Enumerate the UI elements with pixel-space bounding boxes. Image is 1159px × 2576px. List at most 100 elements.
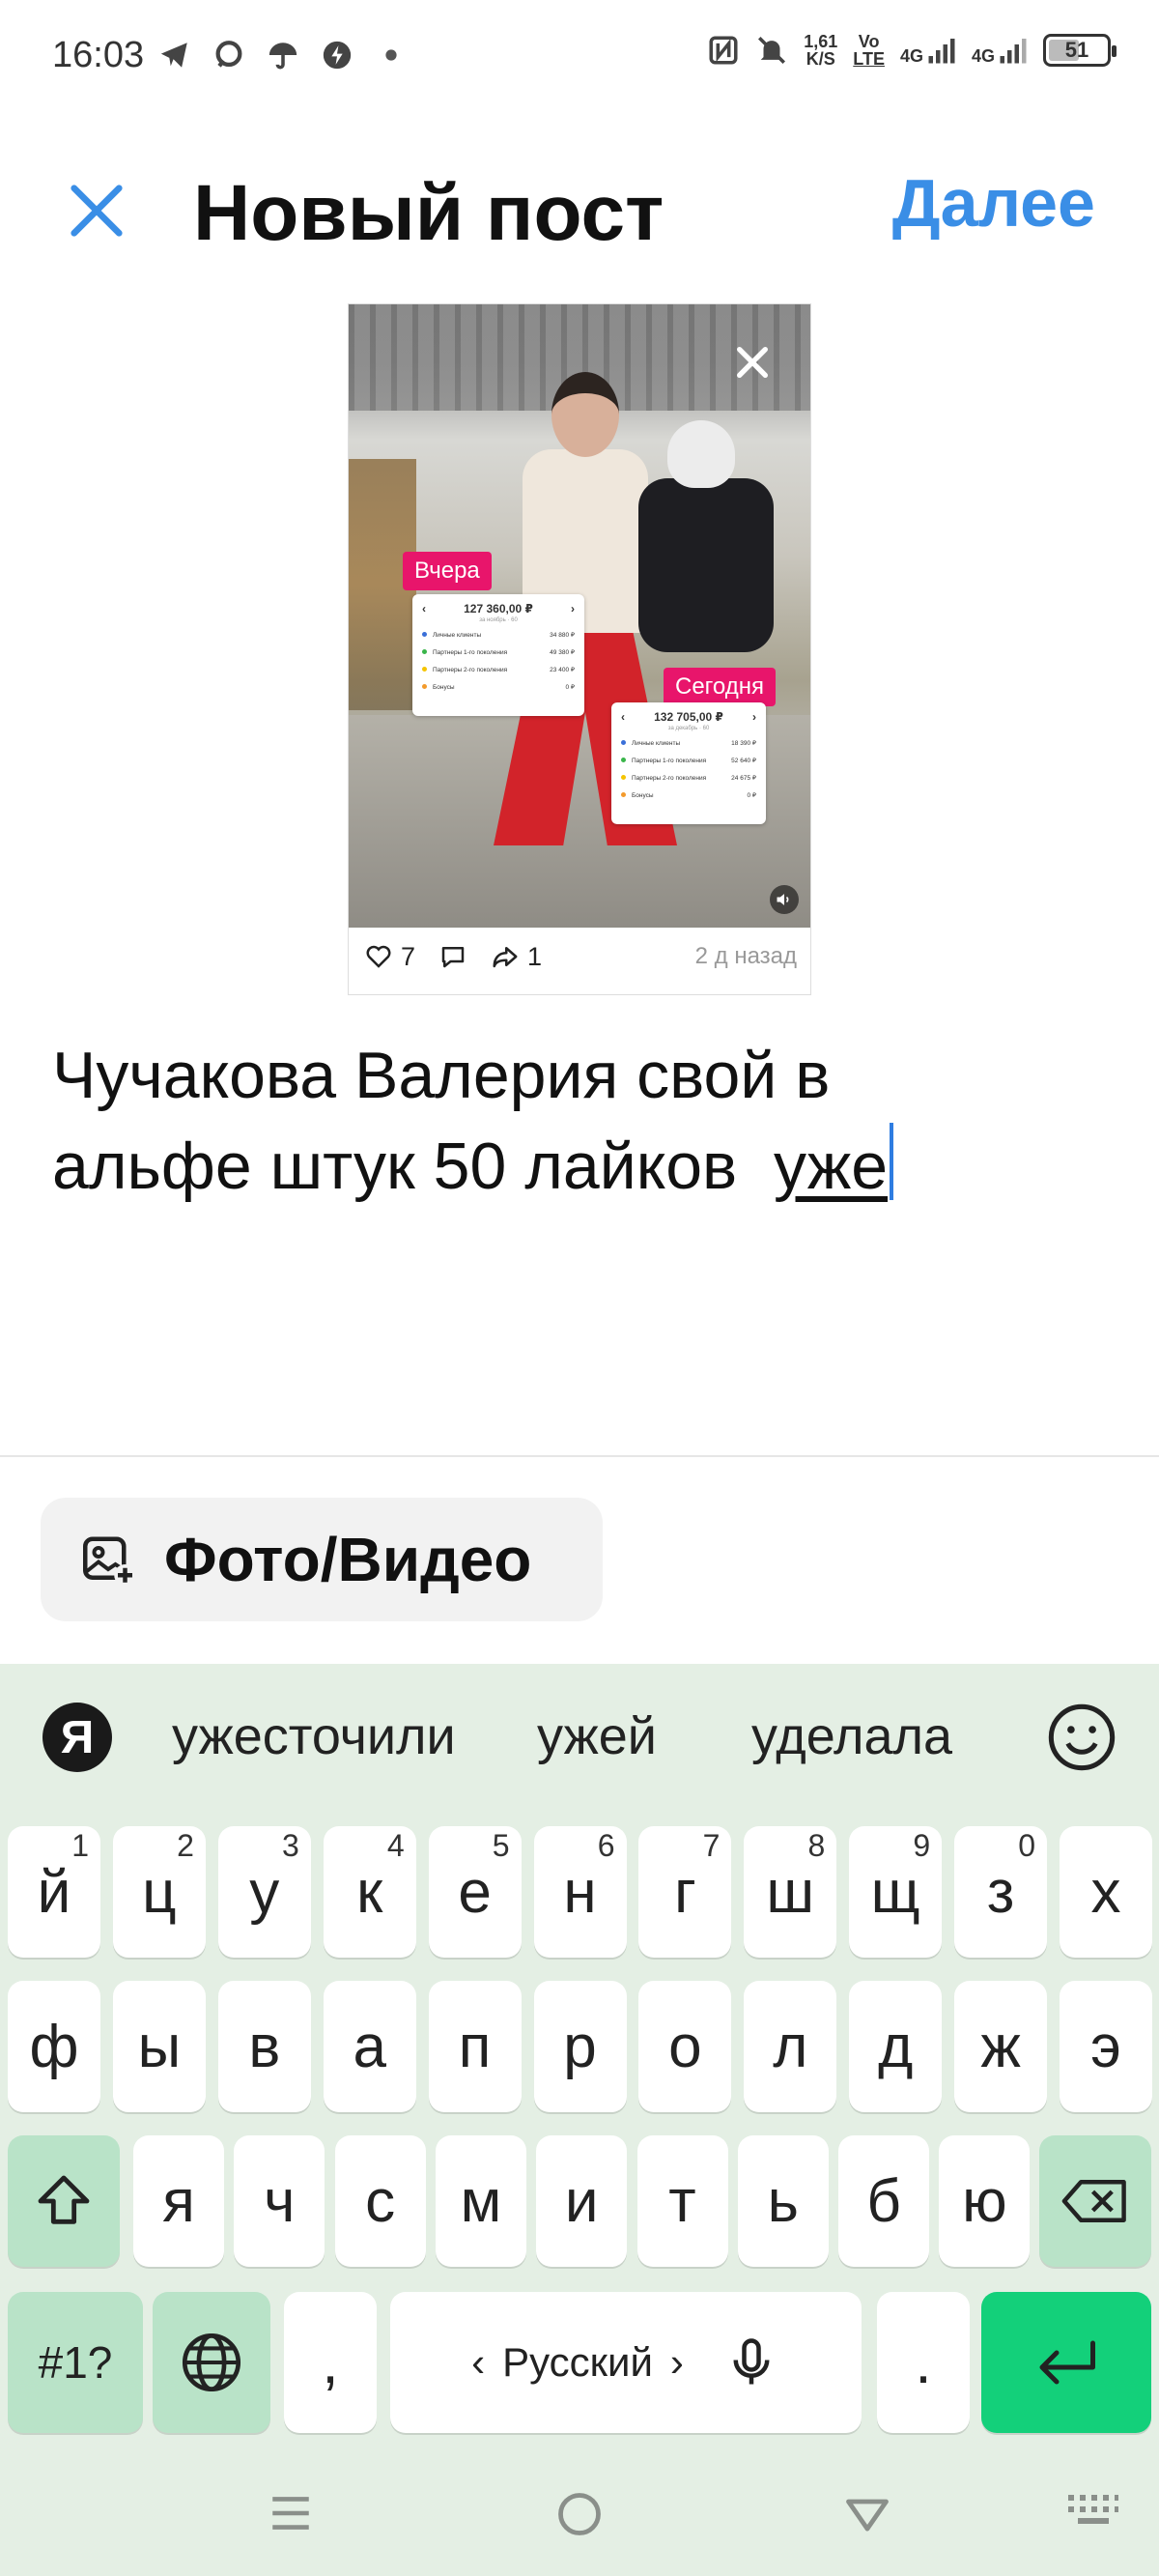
chevron-left-icon: ‹: [621, 710, 625, 724]
key-ц[interactable]: ц2: [112, 1826, 206, 1958]
key-м[interactable]: м: [435, 2135, 526, 2267]
key-label: ы: [137, 2013, 182, 2080]
stat-row: Личные клиенты 34 880 ₽: [422, 631, 575, 639]
stat-row: Партнеры 1-го поколения 52 640 ₽: [621, 757, 756, 764]
key-э[interactable]: э: [1060, 1981, 1152, 2112]
alert-icon: [321, 39, 353, 72]
key-д[interactable]: д: [849, 1981, 943, 2112]
chat-icon: [212, 39, 245, 72]
yandex-logo-button[interactable]: Я: [42, 1703, 112, 1772]
chevron-left-icon: ‹: [422, 602, 426, 615]
key-о[interactable]: о: [638, 1981, 732, 2112]
key-ь[interactable]: ь: [737, 2135, 829, 2267]
volte-indicator: Vo LTE: [853, 32, 885, 69]
home-icon[interactable]: [554, 2489, 605, 2539]
key-б[interactable]: б: [838, 2135, 930, 2267]
key-р[interactable]: р: [533, 1981, 627, 2112]
key-з[interactable]: з0: [954, 1826, 1048, 1958]
stat-row: Партнеры 2-го поколения 23 400 ₽: [422, 666, 575, 673]
stat-amount: 127 360,00 ₽: [464, 602, 533, 615]
language-key[interactable]: [153, 2292, 270, 2433]
back-icon[interactable]: [842, 2489, 892, 2539]
chevron-left-icon: ‹: [471, 2339, 486, 2385]
child-figure: [638, 420, 774, 652]
mute-icon: [755, 34, 788, 67]
menu-icon[interactable]: [267, 2489, 315, 2537]
key-я[interactable]: я: [133, 2135, 224, 2267]
key-number-hint: 9: [913, 1828, 931, 1863]
system-nav-bar: [0, 2450, 1159, 2576]
key-label: б: [866, 2167, 901, 2235]
remove-media-button[interactable]: [731, 341, 774, 384]
key-label: е: [458, 1858, 492, 1926]
key-к[interactable]: к4: [323, 1826, 416, 1958]
close-icon: [737, 347, 768, 378]
key-label: и: [564, 2167, 599, 2235]
key-ш[interactable]: ш8: [744, 1826, 837, 1958]
sound-toggle-button[interactable]: [770, 885, 799, 914]
page-title: Новый пост: [193, 169, 664, 257]
key-ж[interactable]: ж: [954, 1981, 1048, 2112]
likes-counter: 7: [364, 942, 415, 972]
shift-key[interactable]: [8, 2135, 120, 2267]
photo-video-button[interactable]: Фото/Видео: [41, 1498, 603, 1621]
key-у[interactable]: у3: [217, 1826, 311, 1958]
suggestion-1[interactable]: ужесточили: [172, 1706, 456, 1766]
post-time-ago: 2 д назад: [694, 943, 797, 969]
key-label: ш: [766, 1858, 815, 1926]
emoji-icon[interactable]: [1045, 1701, 1118, 1774]
key-label: д: [878, 2013, 914, 2080]
close-button[interactable]: [58, 172, 135, 249]
stat-row: Личные клиенты 18 390 ₽: [621, 739, 756, 747]
key-ф[interactable]: ф: [8, 1981, 100, 2112]
key-ы[interactable]: ы: [112, 1981, 206, 2112]
key-щ[interactable]: щ9: [849, 1826, 943, 1958]
space-key[interactable]: ‹ Русский ›: [390, 2292, 862, 2433]
reposts-counter: 1: [491, 942, 542, 972]
suggestion-2[interactable]: ужей: [537, 1706, 657, 1766]
stat-row: Бонусы 0 ₽: [621, 791, 756, 799]
backspace-key[interactable]: [1039, 2135, 1151, 2267]
key-label: з: [986, 1858, 1015, 1926]
key-label: ч: [264, 2167, 296, 2235]
key-number-hint: 2: [177, 1828, 194, 1863]
key-в[interactable]: в: [217, 1981, 311, 2112]
key-п[interactable]: п: [428, 1981, 522, 2112]
key-с[interactable]: с: [334, 2135, 426, 2267]
key-т[interactable]: т: [636, 2135, 728, 2267]
key-е[interactable]: е5: [428, 1826, 522, 1958]
key-label: у: [249, 1858, 280, 1926]
keyboard: Я ужесточили ужей уделала й1ц2у3к4е5н6г7…: [0, 1664, 1159, 2576]
key-й[interactable]: й1: [8, 1826, 100, 1958]
comma-key[interactable]: ,: [284, 2292, 377, 2433]
post-text-input[interactable]: Чучакова Валерия свой в альфе штук 50 ла…: [52, 1030, 1115, 1212]
key-н[interactable]: н6: [533, 1826, 627, 1958]
next-button[interactable]: Далее: [892, 164, 1095, 242]
key-label: н: [563, 1858, 597, 1926]
enter-key[interactable]: [981, 2292, 1151, 2433]
battery-icon: 51: [1043, 34, 1117, 67]
attached-video-thumbnail[interactable]: Вчера ‹ 127 360,00 ₽ › за ноябрь · 60 Личн…: [349, 304, 810, 928]
key-number-hint: 6: [597, 1828, 615, 1863]
key-л[interactable]: л: [744, 1981, 837, 2112]
signal-1: 4G: [900, 36, 956, 65]
key-ю[interactable]: ю: [939, 2135, 1031, 2267]
key-label: э: [1090, 2013, 1121, 2080]
key-г[interactable]: г7: [638, 1826, 732, 1958]
key-label: п: [458, 2013, 492, 2080]
notification-icons: [158, 39, 408, 72]
key-ч[interactable]: ч: [234, 2135, 325, 2267]
gallery-add-icon: [83, 1536, 136, 1587]
key-х[interactable]: х: [1060, 1826, 1152, 1958]
microphone-icon[interactable]: [722, 2333, 780, 2391]
keyboard-hide-icon[interactable]: [1066, 2489, 1120, 2532]
key-number-hint: 5: [492, 1828, 510, 1863]
symbols-key[interactable]: #1?: [8, 2292, 143, 2433]
stat-row: Бонусы 0 ₽: [422, 683, 575, 691]
stat-card-yesterday: ‹ 127 360,00 ₽ › за ноябрь · 60 Личные кли…: [412, 594, 584, 716]
period-key[interactable]: .: [877, 2292, 970, 2433]
suggestion-3[interactable]: уделала: [751, 1706, 952, 1766]
key-label: я: [162, 2167, 195, 2235]
key-а[interactable]: а: [323, 1981, 416, 2112]
key-и[interactable]: и: [536, 2135, 628, 2267]
